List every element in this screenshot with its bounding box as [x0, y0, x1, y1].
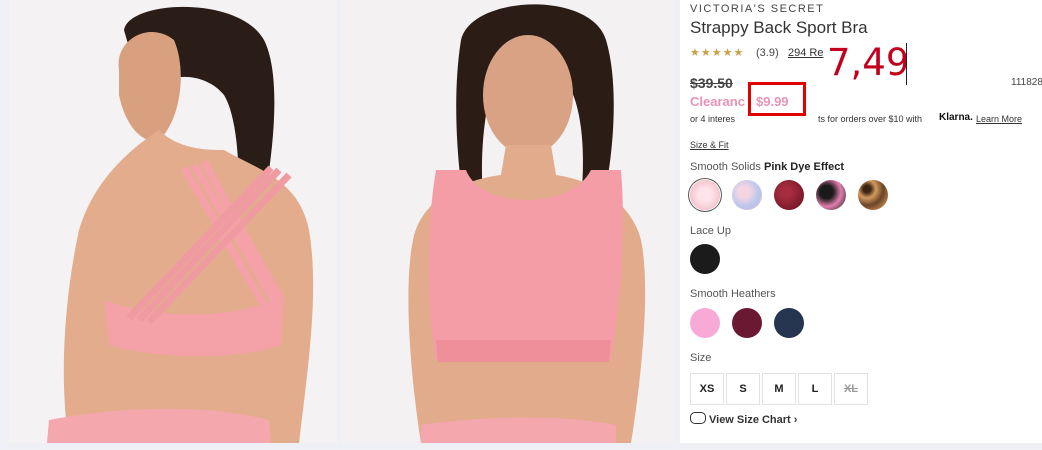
item-number: 111828: [1011, 77, 1042, 88]
size-option-m[interactable]: M: [762, 373, 796, 405]
brand-name: VICTORIA'S SECRET: [690, 3, 825, 15]
color-group-label-lace-up: Lace Up: [690, 225, 731, 237]
view-size-chart-link[interactable]: View Size Chart ›: [690, 412, 797, 426]
klarna-text-end: ts for orders over $10 with: [818, 114, 923, 124]
swatch-pink-dye-effect[interactable]: [690, 180, 720, 210]
klarna-text-start: or 4 interes: [690, 114, 736, 124]
product-title: Strappy Back Sport Bra: [690, 18, 868, 37]
swatch-navy-heather[interactable]: [774, 308, 804, 338]
product-image-front[interactable]: [341, 0, 674, 443]
swatch-blue-dye-effect[interactable]: [732, 180, 762, 210]
color-group-name: Smooth Solids: [690, 161, 761, 173]
product-image-back[interactable]: [9, 0, 337, 443]
clearance-label: Clearanc: [690, 94, 745, 109]
size-option-l[interactable]: L: [798, 373, 832, 405]
text-cursor: [906, 43, 907, 85]
klarna-logo: Klarna.: [939, 112, 973, 123]
selected-color-name: Pink Dye Effect: [764, 161, 845, 173]
size-chart-label: View Size Chart ›: [709, 414, 798, 426]
original-price: $39.50: [690, 75, 733, 91]
rating-value: (3.9): [756, 47, 779, 59]
rating-stars: ★★★★★: [690, 47, 745, 59]
size-label: Size: [690, 352, 712, 364]
model-front-illustration: [341, 0, 674, 443]
tape-measure-icon: [690, 412, 706, 424]
color-group-label-solids: Smooth Solids Pink Dye Effect: [690, 161, 844, 173]
swatch-leopard-print[interactable]: [858, 180, 888, 210]
swatch-black-pink-print[interactable]: [816, 180, 846, 210]
size-fit-link[interactable]: Size & Fit: [690, 140, 729, 150]
model-back-illustration: [9, 0, 337, 443]
learn-more-link[interactable]: Learn More: [976, 114, 1022, 124]
swatch-burgundy-dye-effect[interactable]: [774, 180, 804, 210]
swatch-wine-heather[interactable]: [732, 308, 762, 338]
reviews-link[interactable]: 294 Re: [788, 47, 823, 59]
size-option-s[interactable]: S: [726, 373, 760, 405]
swatch-pink-heather[interactable]: [690, 308, 720, 338]
size-option-xl-unavailable[interactable]: XL: [834, 373, 868, 405]
swatch-black[interactable]: [690, 244, 720, 274]
overlay-price-text[interactable]: 7,49: [827, 41, 909, 84]
color-group-label-heathers: Smooth Heathers: [690, 288, 776, 300]
price-highlight-box: [748, 82, 806, 116]
size-option-xs[interactable]: XS: [690, 373, 724, 405]
